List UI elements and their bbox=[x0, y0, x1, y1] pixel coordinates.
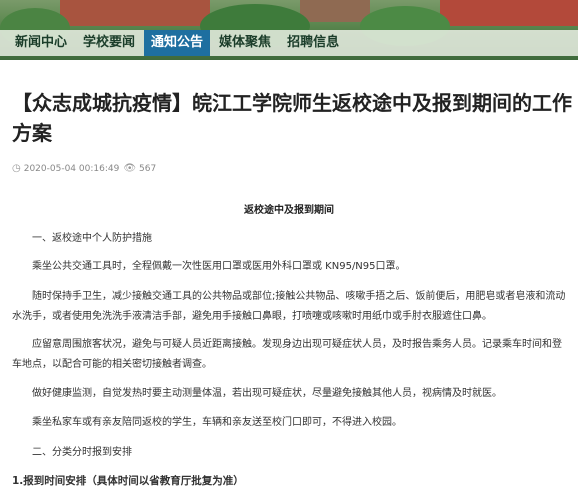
nav-item-recruitment[interactable]: 招聘信息 bbox=[280, 30, 346, 56]
eye-icon: 👁 bbox=[123, 163, 137, 174]
paragraph: 乘坐公共交通工具时，全程佩戴一次性医用口罩或医用外科口罩或 KN95/N95口罩… bbox=[32, 261, 406, 272]
article-meta: ◷ 2020-05-04 00:16:49 👁 567 bbox=[12, 163, 156, 174]
page-title: 【众志成城抗疫情】皖江工学院师生返校途中及报到期间的工作方案 bbox=[12, 91, 572, 145]
paragraph: 一、返校途中个人防护措施 bbox=[32, 233, 152, 244]
subheading: 1.报到时间安排（具体时间以省教育厅批复为准） bbox=[12, 475, 244, 487]
paragraph: 随时保持手卫生，减少接触交通工具的公共物品或部位;接触公共物品、咳嗽手捂之后、饭… bbox=[12, 291, 566, 322]
nav-item-notices[interactable]: 通知公告 bbox=[144, 30, 211, 56]
nav-item-school-news[interactable]: 学校要闻 bbox=[76, 30, 142, 56]
main-nav: 新闻中心 学校要闻 通知公告 媒体聚焦 招聘信息 bbox=[0, 30, 578, 56]
paragraph: 乘坐私家车或有亲友陪同返校的学生，车辆和亲友送至校门口即可，不得进入校园。 bbox=[32, 417, 402, 428]
view-count: 567 bbox=[139, 163, 157, 174]
paragraph: 二、分类分时报到安排 bbox=[32, 447, 132, 458]
section-heading: 返校途中及报到期间 bbox=[244, 205, 334, 216]
paragraph: 做好健康监测，自觉发热时要主动测量体温，若出现可疑症状，尽量避免接触其他人员，视… bbox=[32, 388, 502, 399]
banner-building bbox=[300, 0, 370, 22]
publish-date: 2020-05-04 00:16:49 bbox=[23, 163, 120, 174]
nav-item-news-center[interactable]: 新闻中心 bbox=[8, 30, 74, 56]
banner-building bbox=[60, 0, 210, 26]
banner-building bbox=[440, 0, 578, 26]
paragraph: 应留意周围旅客状况，避免与可疑人员近距离接触。发现身边出现可疑症状人员，及时报告… bbox=[12, 339, 562, 370]
nav-item-media-focus[interactable]: 媒体聚焦 bbox=[212, 30, 278, 56]
clock-icon: ◷ bbox=[12, 163, 21, 174]
